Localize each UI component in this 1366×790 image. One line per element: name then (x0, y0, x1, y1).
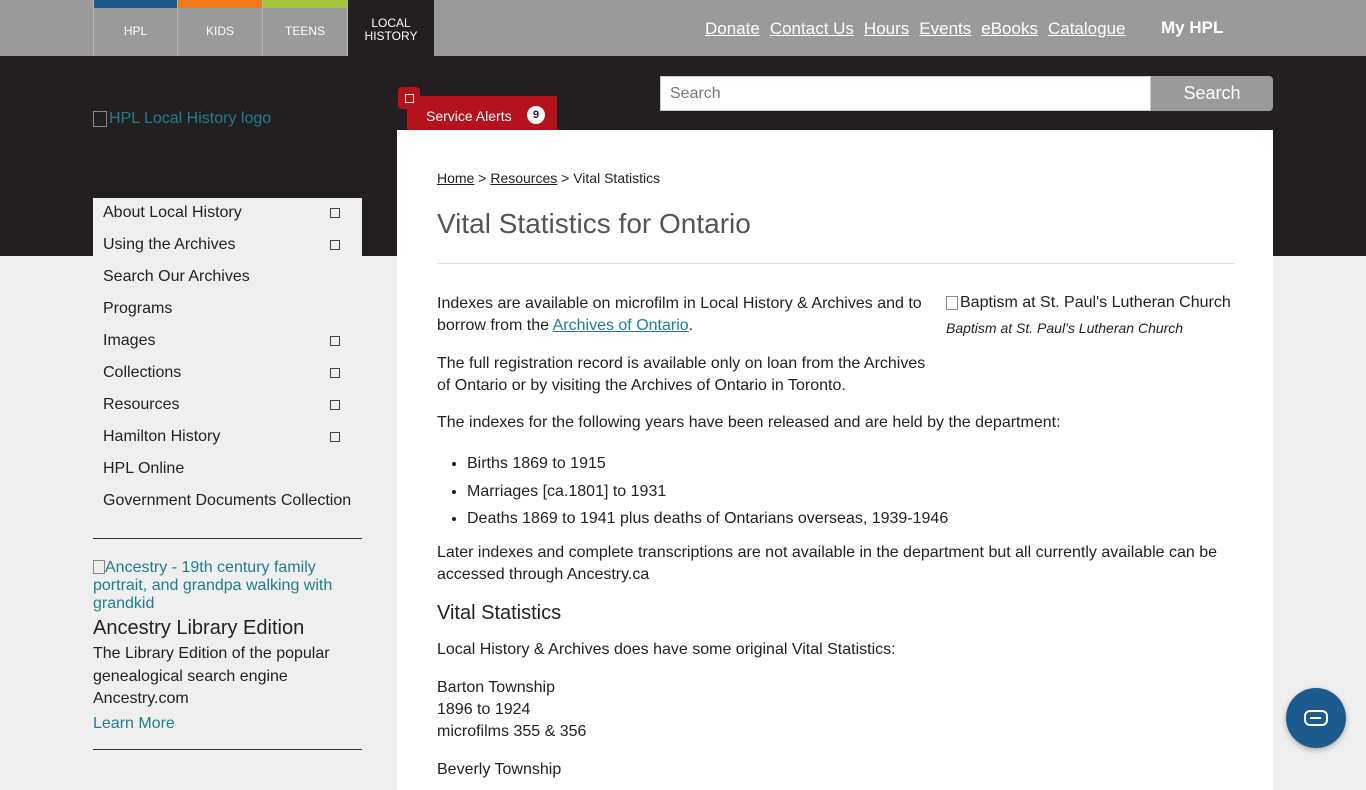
search-input[interactable] (660, 76, 1151, 111)
contact-us-link[interactable]: Contact Us (770, 19, 854, 39)
chat-icon (1304, 710, 1328, 726)
donate-link[interactable]: Donate (705, 19, 760, 39)
site-logo[interactable]: HPL Local History logo (93, 110, 271, 128)
sidebar-item-label: Hamilton History (103, 428, 221, 445)
paragraph-released: The indexes for the following years have… (437, 414, 1061, 431)
figure-caption: Baptism at St. Paul’s Lutheran Church (946, 320, 1184, 336)
sidebar-item-label: HPL Online (103, 460, 185, 477)
record-beverly: Beverly Township (437, 761, 562, 778)
site-tabs: HPL KIDS TEENS LOCAL HISTORY (93, 0, 434, 56)
broken-image-icon (93, 111, 107, 127)
tab-local-history[interactable]: LOCAL HISTORY (348, 0, 434, 56)
list-item: Births 1869 to 1915 (467, 450, 948, 478)
sidebar-item-label: Collections (103, 364, 182, 381)
breadcrumb-resources[interactable]: Resources (490, 170, 557, 186)
promo-title: Ancestry Library Edition (93, 617, 305, 639)
hours-link[interactable]: Hours (864, 19, 909, 39)
expand-icon[interactable] (330, 368, 340, 378)
title-divider (437, 263, 1234, 264)
sidebar-divider (93, 538, 362, 539)
breadcrumb-current: Vital Statistics (573, 170, 661, 186)
sidebar-item-label: Government Documents Collection (103, 492, 352, 509)
sidebar-item-hpl-online[interactable]: HPL Online (93, 454, 362, 486)
events-link[interactable]: Events (919, 19, 971, 39)
record-line: Barton Township (437, 679, 555, 696)
sidebar-item-label: Search Our Archives (103, 268, 250, 285)
promo-image[interactable]: Ancestry - 19th century family portrait,… (93, 559, 362, 613)
tab-label: TEENS (284, 23, 325, 38)
service-alerts-button[interactable]: Service Alerts 9 (398, 87, 557, 130)
sidebar-item-about-local-history[interactable]: About Local History (93, 198, 362, 230)
record-line: microfilms 355 & 356 (437, 723, 587, 740)
breadcrumb-sep: > (474, 170, 491, 186)
expand-icon[interactable] (330, 240, 340, 250)
tab-stripe (94, 0, 177, 8)
tab-hpl[interactable]: HPL (93, 0, 178, 56)
archives-of-ontario-link[interactable]: Archives of Ontario (553, 317, 689, 334)
sidebar-item-resources[interactable]: Resources (93, 390, 362, 422)
catalogue-link[interactable]: Catalogue (1048, 19, 1126, 39)
sidebar-item-search-our-archives[interactable]: Search Our Archives (93, 262, 362, 294)
alert-icon (398, 87, 420, 109)
record-barton: Barton Township 1896 to 1924 microfilms … (437, 677, 837, 743)
baptism-figure: Baptism at St. Paul's Lutheran Church Ba… (946, 294, 1236, 336)
sidebar-item-label: About Local History (103, 204, 242, 221)
tab-stripe (263, 0, 347, 8)
sidebar-item-images[interactable]: Images (93, 326, 362, 358)
promo-image-alt: Ancestry - 19th century family portrait,… (93, 559, 333, 612)
sidebar-item-label: Images (103, 332, 156, 349)
broken-image-icon (946, 296, 958, 310)
expand-icon[interactable] (330, 400, 340, 410)
sidebar-item-label: Programs (103, 300, 173, 317)
paragraph-registration: The full registration record is availabl… (437, 355, 926, 394)
section-heading: Vital Statistics (437, 602, 562, 624)
tab-stripe (178, 0, 262, 8)
sidebar-item-government-documents[interactable]: Government Documents Collection (93, 486, 362, 518)
expand-icon[interactable] (330, 432, 340, 442)
alert-count-badge: 9 (527, 106, 545, 124)
expand-icon[interactable] (330, 336, 340, 346)
paragraph-original: Local History & Archives does have some … (437, 641, 896, 658)
expand-icon[interactable] (330, 208, 340, 218)
sidebar-item-collections[interactable]: Collections (93, 358, 362, 390)
sidebar-divider (93, 749, 362, 750)
sidebar-nav: About Local History Using the Archives S… (93, 198, 362, 518)
index-years-list: Births 1869 to 1915 Marriages [ca.1801] … (437, 450, 948, 533)
breadcrumb: Home > Resources > Vital Statistics (437, 170, 660, 186)
service-alerts-label: Service Alerts (426, 108, 512, 124)
paragraph-later-indexes: Later indexes and complete transcription… (437, 544, 1218, 583)
sidebar-item-using-the-archives[interactable]: Using the Archives (93, 230, 362, 262)
text: . (688, 317, 694, 334)
list-item: Marriages [ca.1801] to 1931 (467, 478, 948, 506)
logo-alt-text: HPL Local History logo (109, 110, 272, 127)
breadcrumb-home[interactable]: Home (437, 170, 474, 186)
promo-text: The Library Edition of the popular genea… (93, 645, 330, 707)
tab-label: HPL (123, 23, 148, 38)
top-bar: HPL KIDS TEENS LOCAL HISTORY Donate Cont… (0, 0, 1366, 56)
list-item: Deaths 1869 to 1941 plus deaths of Ontar… (467, 505, 948, 533)
ebooks-link[interactable]: eBooks (981, 19, 1038, 39)
learn-more-link[interactable]: Learn More (93, 713, 362, 735)
tab-teens[interactable]: TEENS (263, 0, 348, 56)
breadcrumb-sep: > (557, 170, 574, 186)
page-title: Vital Statistics for Ontario (437, 208, 751, 239)
chat-button[interactable] (1286, 688, 1346, 748)
ancestry-promo: Ancestry - 19th century family portrait,… (93, 559, 362, 735)
paragraph-indexes: Indexes are available on microfilm in Lo… (437, 293, 932, 337)
utility-links: Donate Contact Us Hours Events eBooks Ca… (705, 19, 1125, 39)
tab-label: KIDS (205, 23, 234, 38)
broken-image-icon (93, 560, 105, 574)
search-button[interactable]: Search (1151, 76, 1273, 111)
figure-image: Baptism at St. Paul's Lutheran Church (946, 294, 1236, 312)
tab-label: LOCAL HISTORY (364, 16, 418, 43)
my-hpl-link[interactable]: My HPL (1161, 18, 1223, 38)
record-line: 1896 to 1924 (437, 701, 531, 718)
sidebar-item-programs[interactable]: Programs (93, 294, 362, 326)
sidebar-item-label: Using the Archives (103, 236, 236, 253)
sidebar-item-label: Resources (103, 396, 180, 413)
sidebar-item-hamilton-history[interactable]: Hamilton History (93, 422, 362, 454)
figure-alt-text: Baptism at St. Paul's Lutheran Church (960, 294, 1231, 311)
main-content: Home > Resources > Vital Statistics Vita… (397, 130, 1273, 790)
tab-kids[interactable]: KIDS (178, 0, 263, 56)
